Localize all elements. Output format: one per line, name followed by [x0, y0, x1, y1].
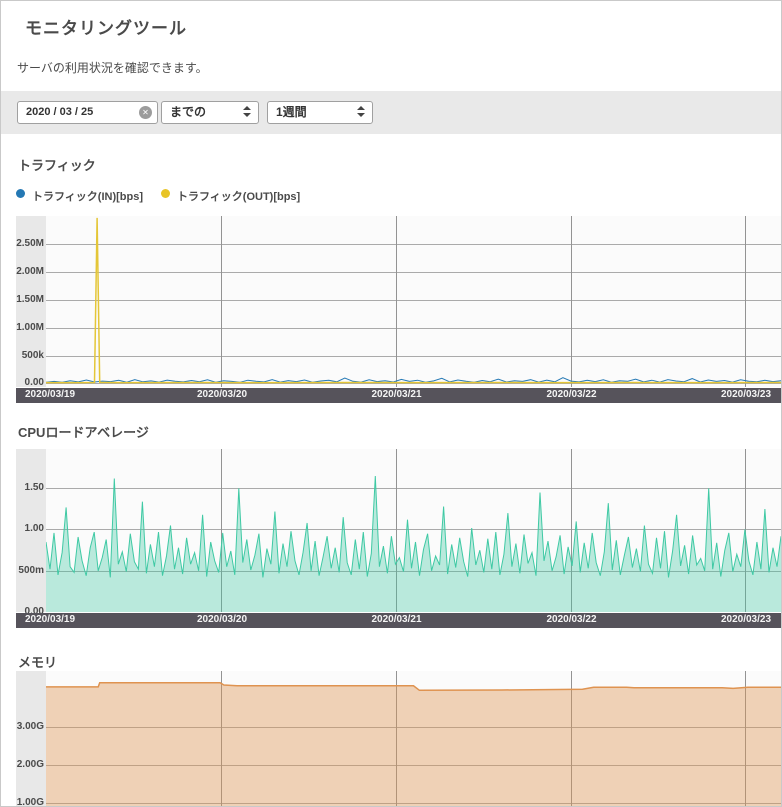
- page-description: サーバの利用状況を確認できます。: [17, 59, 208, 76]
- traffic-x-tick-label: 2020/03/22: [546, 389, 596, 400]
- traffic-y-tick-label: 2.00M: [16, 266, 44, 278]
- memory-area-fill: [46, 683, 781, 807]
- memory-y-axis-gutter: [16, 671, 46, 807]
- traffic-y-tick-label: 1.50M: [16, 294, 44, 306]
- cpu-x-tick-label: 2020/03/22: [546, 614, 596, 625]
- traffic-out-label: トラフィック(OUT)[bps]: [177, 188, 300, 204]
- date-value: 2020 / 03 / 25: [26, 106, 93, 118]
- filter-bar: 2020 / 03 / 25 ✕ までの 1週間: [1, 91, 781, 134]
- cpu-section-title: CPUロードアベレージ: [18, 422, 149, 441]
- traffic-x-tick-label: 2020/03/19: [25, 389, 75, 400]
- cpu-x-axis-band: 2020/03/19 2020/03/20 2020/03/21 2020/03/22…: [16, 613, 781, 628]
- monitoring-page: モニタリングツール サーバの利用状況を確認できます。 2020 / 03 / 2…: [0, 0, 782, 807]
- memory-y-tick-label: 1.00G: [16, 797, 44, 807]
- period-select[interactable]: 1週間: [267, 101, 373, 124]
- until-select[interactable]: までの: [161, 101, 259, 124]
- traffic-in-label: トラフィック(IN)[bps]: [32, 188, 143, 204]
- traffic-x-axis-band: 2020/03/19 2020/03/20 2020/03/21 2020/03/22…: [16, 388, 781, 403]
- cpu-y-tick-label: 1.50: [16, 482, 44, 494]
- traffic-y-tick-label: 1.00M: [16, 322, 44, 334]
- traffic-out-dot-icon: [161, 189, 170, 198]
- updown-arrows-icon: [357, 106, 365, 119]
- memory-series-svg: [46, 671, 781, 807]
- traffic-series-line: [46, 218, 781, 383]
- cpu-x-tick-label: 2020/03/20: [197, 614, 247, 625]
- memory-y-tick-label: 2.00G: [16, 759, 44, 771]
- date-input[interactable]: 2020 / 03 / 25 ✕: [17, 101, 158, 124]
- traffic-section-title: トラフィック: [18, 155, 96, 174]
- cpu-x-tick-label: 2020/03/19: [25, 614, 75, 625]
- updown-arrows-icon: [243, 106, 251, 119]
- traffic-x-tick-label: 2020/03/20: [197, 389, 247, 400]
- cpu-x-tick-label: 2020/03/23: [721, 614, 771, 625]
- traffic-series-line: [46, 378, 781, 383]
- until-select-value: までの: [170, 105, 206, 119]
- traffic-plot-area: [46, 216, 781, 387]
- traffic-y-tick-label: 500k: [16, 350, 44, 362]
- traffic-series-svg: [46, 216, 781, 387]
- traffic-x-tick-label: 2020/03/21: [371, 389, 421, 400]
- traffic-y-tick-label: 2.50M: [16, 238, 44, 250]
- cpu-plot-area: [46, 449, 781, 612]
- cpu-series-svg: [46, 449, 781, 612]
- period-select-value: 1週間: [276, 105, 307, 119]
- page-title: モニタリングツール: [25, 14, 187, 39]
- traffic-x-tick-label: 2020/03/23: [721, 389, 771, 400]
- memory-section-title: メモリ: [18, 652, 57, 671]
- cpu-area-fill: [46, 476, 781, 612]
- memory-y-tick-label: 3.00G: [16, 721, 44, 733]
- clear-date-icon[interactable]: ✕: [139, 106, 152, 119]
- cpu-y-tick-label: 1.00: [16, 523, 44, 535]
- cpu-y-tick-label: 500m: [16, 565, 44, 577]
- memory-plot-area: [46, 671, 781, 807]
- traffic-in-dot-icon: [16, 189, 25, 198]
- cpu-x-tick-label: 2020/03/21: [371, 614, 421, 625]
